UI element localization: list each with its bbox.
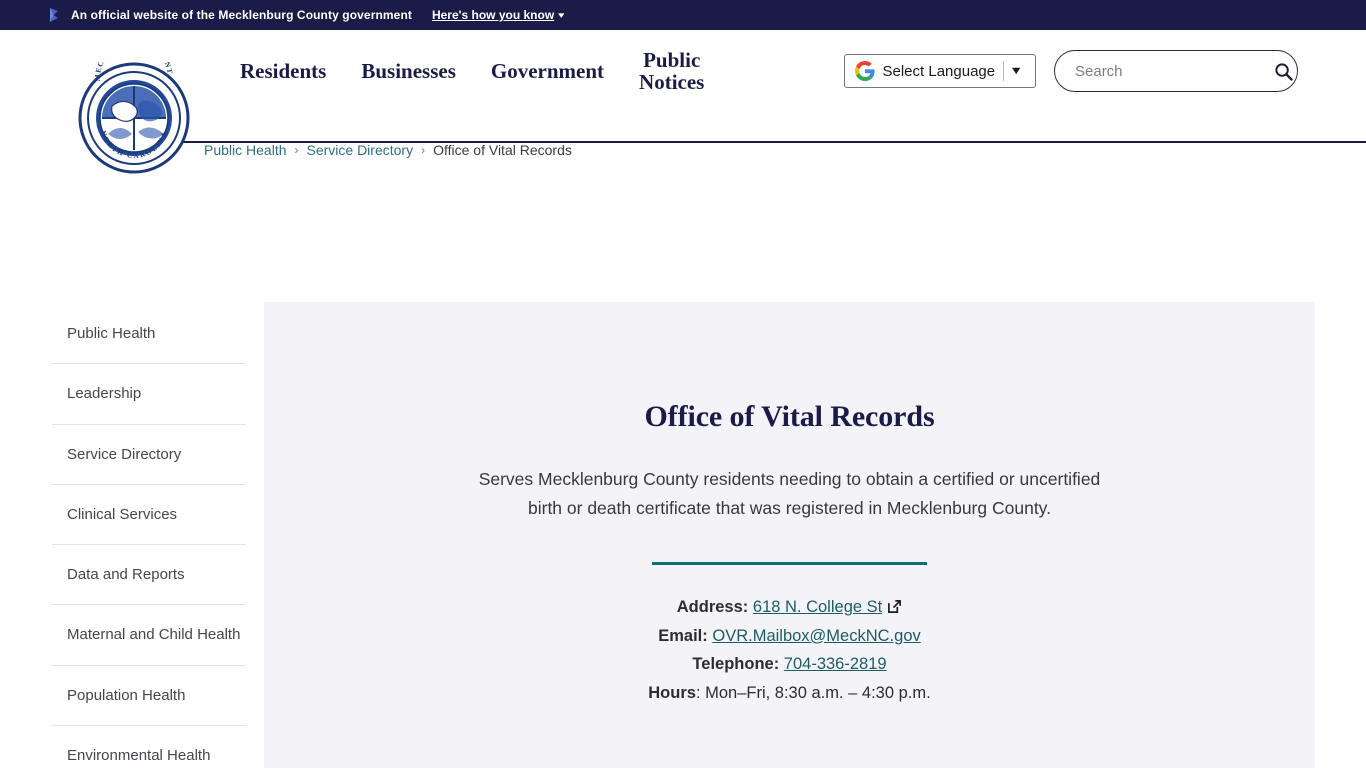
language-selector[interactable]: Select Language ▼	[843, 54, 1036, 88]
language-divider	[1003, 61, 1005, 81]
telephone-label: Telephone:	[692, 655, 780, 674]
sidebar-item-public-health[interactable]: Public Health	[52, 302, 246, 365]
breadcrumb-item-service-directory[interactable]: Service Directory	[307, 142, 414, 158]
sidebar-item-population-health[interactable]: Population Health	[52, 666, 246, 726]
search-icon[interactable]	[1274, 62, 1293, 81]
county-seal-logo[interactable]: MECKLENBURG COUNTY NORTH CAROLINA	[78, 62, 190, 174]
address-label: Address:	[676, 598, 749, 617]
nav-item-businesses[interactable]: Businesses	[361, 60, 456, 82]
how-you-know-label: Here's how you know	[431, 8, 555, 22]
contact-row-hours: Hours: Mon–Fri, 8:30 a.m. – 4:30 p.m.	[264, 679, 1315, 708]
government-banner-text: An official website of the Mecklenburg C…	[71, 8, 412, 22]
how-you-know-toggle[interactable]: Here's how you know ▾	[431, 8, 565, 22]
site-header: MECKLENBURG COUNTY NORTH CAROLINA Reside…	[0, 30, 1366, 174]
sidebar-item-data-and-reports[interactable]: Data and Reports	[52, 545, 246, 606]
government-banner: An official website of the Mecklenburg C…	[0, 0, 1366, 30]
breadcrumb-separator: ›	[421, 143, 426, 157]
section-divider	[652, 562, 927, 566]
primary-navigation: Residents Businesses Government Public N…	[240, 30, 704, 112]
sidebar-item-clinical-services[interactable]: Clinical Services	[52, 485, 246, 545]
search-input[interactable]	[1075, 62, 1274, 80]
nav-item-residents[interactable]: Residents	[240, 60, 326, 82]
section-sidebar: Public Health Leadership Service Directo…	[52, 302, 246, 768]
hours-value: : Mon–Fri, 8:30 a.m. – 4:30 p.m.	[695, 683, 931, 702]
google-logo-icon	[854, 61, 875, 81]
contact-info: Address: 618 N. College St Email: OVR.Ma…	[264, 593, 1315, 707]
sidebar-item-leadership[interactable]: Leadership	[52, 364, 246, 425]
telephone-link[interactable]: 704-336-2819	[784, 655, 887, 673]
chevron-down-icon: ▾	[558, 9, 565, 20]
sidebar-item-environmental-health[interactable]: Environmental Health	[52, 726, 246, 768]
page-title: Office of Vital Records	[644, 400, 935, 433]
external-link-icon[interactable]	[887, 599, 902, 614]
breadcrumb-item-public-health[interactable]: Public Health	[204, 142, 287, 158]
breadcrumb-separator: ›	[294, 143, 299, 157]
flag-icon	[50, 8, 58, 22]
sidebar-item-service-directory[interactable]: Service Directory	[52, 425, 246, 485]
search-box[interactable]	[1054, 50, 1298, 92]
nav-item-government[interactable]: Government	[491, 60, 604, 82]
nav-item-public-notices[interactable]: Public Notices	[639, 49, 704, 93]
main-content-panel: Office of Vital Records Serves Mecklenbu…	[264, 302, 1315, 768]
contact-row-email: Email: OVR.Mailbox@MeckNC.gov	[264, 622, 1315, 651]
caret-down-icon: ▼	[1009, 65, 1024, 77]
sidebar-item-maternal-and-child-health[interactable]: Maternal and Child Health	[52, 605, 246, 666]
hours-label: Hours	[648, 683, 696, 702]
contact-row-address: Address: 618 N. College St	[264, 593, 1315, 622]
address-link[interactable]: 618 N. College St	[753, 598, 882, 616]
page-description: Serves Mecklenburg County residents need…	[478, 469, 1101, 518]
email-label: Email:	[658, 626, 708, 645]
breadcrumb: Public Health › Service Directory › Offi…	[204, 142, 572, 158]
contact-row-telephone: Telephone: 704-336-2819	[264, 650, 1315, 679]
email-link[interactable]: OVR.Mailbox@MeckNC.gov	[712, 627, 920, 645]
language-selector-label: Select Language	[882, 62, 996, 80]
breadcrumb-item-current: Office of Vital Records	[433, 142, 572, 158]
header-utilities: Select Language ▼	[843, 30, 1298, 112]
